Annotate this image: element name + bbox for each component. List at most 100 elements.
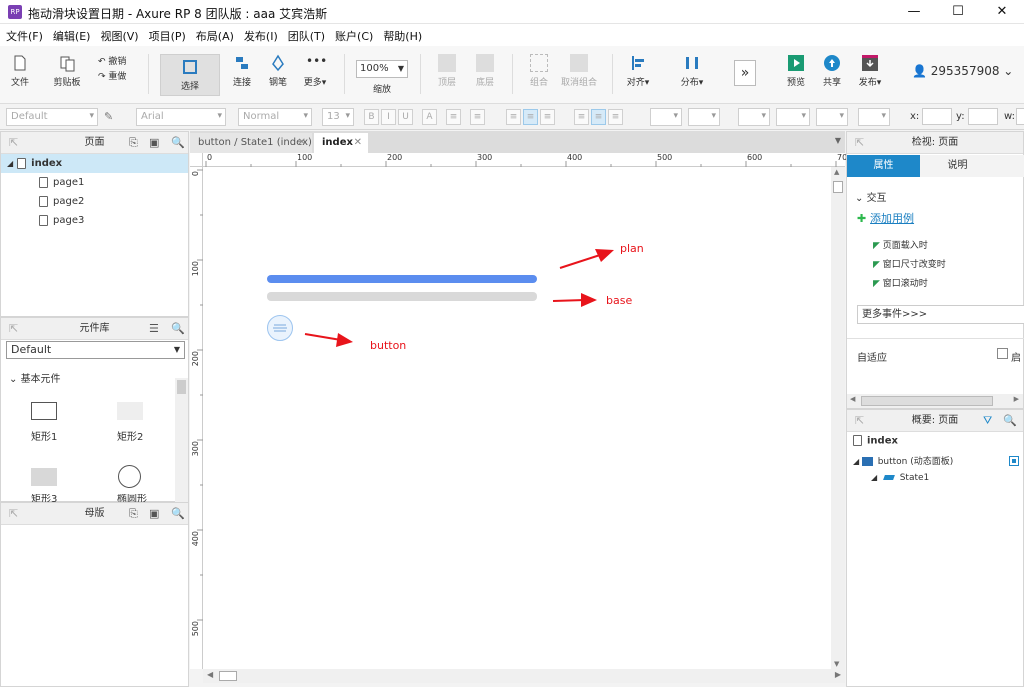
line-color-select[interactable]	[738, 108, 770, 126]
ellipse-widget[interactable]	[118, 465, 141, 488]
more-tools-button[interactable]: ••• 更多▾	[298, 54, 332, 88]
tab-button-state1[interactable]: button / State1 (index) ✕	[190, 133, 312, 153]
search-icon[interactable]: 🔍	[171, 132, 185, 154]
align-left-button[interactable]: ≡	[506, 109, 521, 125]
search-icon[interactable]: 🔍	[171, 503, 185, 525]
scroll-down-icon[interactable]: ▼	[834, 660, 839, 668]
rect2-widget[interactable]	[117, 402, 143, 420]
tab-notes[interactable]: 说明	[920, 155, 995, 177]
zoom-select[interactable]: 100% ▼	[356, 60, 408, 78]
distribute-button[interactable]: 分布▾	[676, 54, 708, 88]
more-events-select[interactable]: 更多事件>>>	[857, 305, 1024, 324]
scroll-thumb[interactable]	[861, 396, 993, 406]
collapse-icon[interactable]: ⇱	[9, 318, 18, 340]
expand-arrow-icon[interactable]: ◢	[853, 457, 862, 466]
minimize-button[interactable]: —	[892, 0, 936, 24]
maximize-button[interactable]: ☐	[936, 0, 980, 24]
rect3-widget[interactable]	[31, 468, 57, 486]
font-select[interactable]: Arial	[136, 108, 226, 126]
interaction-section[interactable]: ⌄ 交互	[855, 189, 887, 204]
page-tree-item-page1[interactable]: page1	[1, 173, 188, 192]
menu-help[interactable]: 帮助(H)	[377, 24, 426, 44]
file-button[interactable]: 文件	[6, 54, 34, 88]
italic-button[interactable]: I	[381, 109, 396, 125]
menu-view[interactable]: 视图(V)	[94, 24, 142, 44]
valign-bottom-button[interactable]: ≡	[608, 109, 623, 125]
scroll-left-icon[interactable]: ◀	[850, 395, 855, 403]
valign-top-button[interactable]: ≡	[574, 109, 589, 125]
page-tree-item-index[interactable]: ◢ index	[1, 154, 188, 173]
menu-account[interactable]: 账户(C)	[329, 24, 377, 44]
expand-toolbar-button[interactable]: »	[734, 60, 756, 86]
add-page-icon[interactable]: ⎘	[129, 132, 138, 154]
undo-button[interactable]: ↶ 撤销	[98, 54, 138, 67]
inspector-hscrollbar[interactable]: ◀ ▶	[847, 394, 1023, 408]
collapse-icon[interactable]: ⇱	[9, 503, 18, 525]
user-account[interactable]: 👤 295357908 ⌄	[912, 64, 1013, 78]
scroll-right-icon[interactable]: ▶	[835, 670, 841, 679]
adaptive-checkbox[interactable]	[997, 348, 1008, 359]
group-button[interactable]: 组合	[524, 54, 554, 88]
align-button[interactable]: 对齐▾	[622, 54, 654, 88]
add-folder-icon[interactable]: ▣	[149, 503, 159, 525]
line-width-select[interactable]	[776, 108, 810, 126]
line-spacing-button[interactable]: ≡	[470, 109, 485, 125]
share-button[interactable]: 共享	[818, 54, 846, 88]
pen-button[interactable]: 钢笔	[264, 54, 292, 88]
shadow-select[interactable]	[688, 108, 720, 126]
arrow-style-select[interactable]	[858, 108, 890, 126]
canvas-vertical-scrollbar[interactable]: ▲ ▼	[831, 167, 845, 669]
publish-button[interactable]: 发布▾	[854, 54, 886, 88]
w-input[interactable]	[1016, 108, 1024, 125]
page-tree-item-page3[interactable]: page3	[1, 211, 188, 230]
rect1-widget[interactable]	[31, 402, 57, 420]
collapse-icon[interactable]: ⇱	[855, 410, 864, 432]
library-section[interactable]: ⌄ 基本元件	[9, 370, 61, 385]
library-select[interactable]: Default ▼	[6, 341, 185, 359]
align-center-button[interactable]: ≡	[523, 109, 538, 125]
search-icon[interactable]: 🔍	[171, 318, 185, 340]
align-right-button[interactable]: ≡	[540, 109, 555, 125]
scroll-left-icon[interactable]: ◀	[207, 670, 213, 679]
tab-style[interactable]	[995, 155, 1024, 177]
expand-arrow-icon[interactable]: ◢	[871, 473, 880, 482]
visibility-toggle[interactable]	[1009, 456, 1019, 466]
canvas-horizontal-scrollbar[interactable]: ◀ ▶	[203, 669, 845, 683]
outline-state[interactable]: ◢ State1	[871, 473, 929, 483]
tab-properties[interactable]: 属性	[847, 155, 920, 177]
bold-button[interactable]: B	[364, 109, 379, 125]
font-color-button[interactable]: A	[422, 109, 437, 125]
connect-button[interactable]: 连接	[228, 54, 256, 88]
event-window-scroll[interactable]: ◤ 窗口滚动时	[873, 276, 928, 289]
scroll-up-icon[interactable]: ▲	[834, 168, 839, 176]
scroll-thumb[interactable]	[833, 181, 843, 193]
underline-button[interactable]: U	[398, 109, 413, 125]
weight-select[interactable]: Normal	[238, 108, 312, 126]
preview-button[interactable]: 预览	[782, 54, 810, 88]
menu-layout[interactable]: 布局(A)	[190, 24, 238, 44]
outline-dynamic-panel[interactable]: ◢ button (动态面板)	[853, 454, 953, 467]
menu-icon[interactable]: ☰	[149, 318, 159, 340]
scroll-thumb[interactable]	[219, 671, 237, 681]
tab-index[interactable]: index ✕	[314, 133, 368, 153]
style-edit-icon[interactable]: ✎	[104, 110, 113, 123]
redo-button[interactable]: ↷ 重做	[98, 69, 138, 82]
menu-project[interactable]: 项目(P)	[143, 24, 190, 44]
clipboard-button[interactable]: 剪贴板	[50, 54, 84, 88]
y-input[interactable]	[968, 108, 998, 125]
library-scrollbar[interactable]	[175, 378, 188, 502]
bullet-button[interactable]: ≡	[446, 109, 461, 125]
filter-icon[interactable]: ⛛	[983, 410, 992, 432]
tab-menu-icon[interactable]: ▼	[835, 136, 841, 145]
menu-team[interactable]: 团队(T)	[282, 24, 329, 44]
menu-edit[interactable]: 编辑(E)	[47, 24, 95, 44]
line-style-select[interactable]	[816, 108, 848, 126]
add-master-icon[interactable]: ⎘	[129, 503, 138, 525]
add-case-link[interactable]: ✚ 添加用例	[857, 210, 914, 226]
page-tree-item-page2[interactable]: page2	[1, 192, 188, 211]
x-input[interactable]	[922, 108, 952, 125]
event-window-resize[interactable]: ◤ 窗口尺寸改变时	[873, 257, 946, 270]
scroll-right-icon[interactable]: ▶	[1014, 395, 1019, 403]
menu-publish[interactable]: 发布(I)	[238, 24, 282, 44]
design-canvas[interactable]: plan base button	[203, 167, 831, 669]
